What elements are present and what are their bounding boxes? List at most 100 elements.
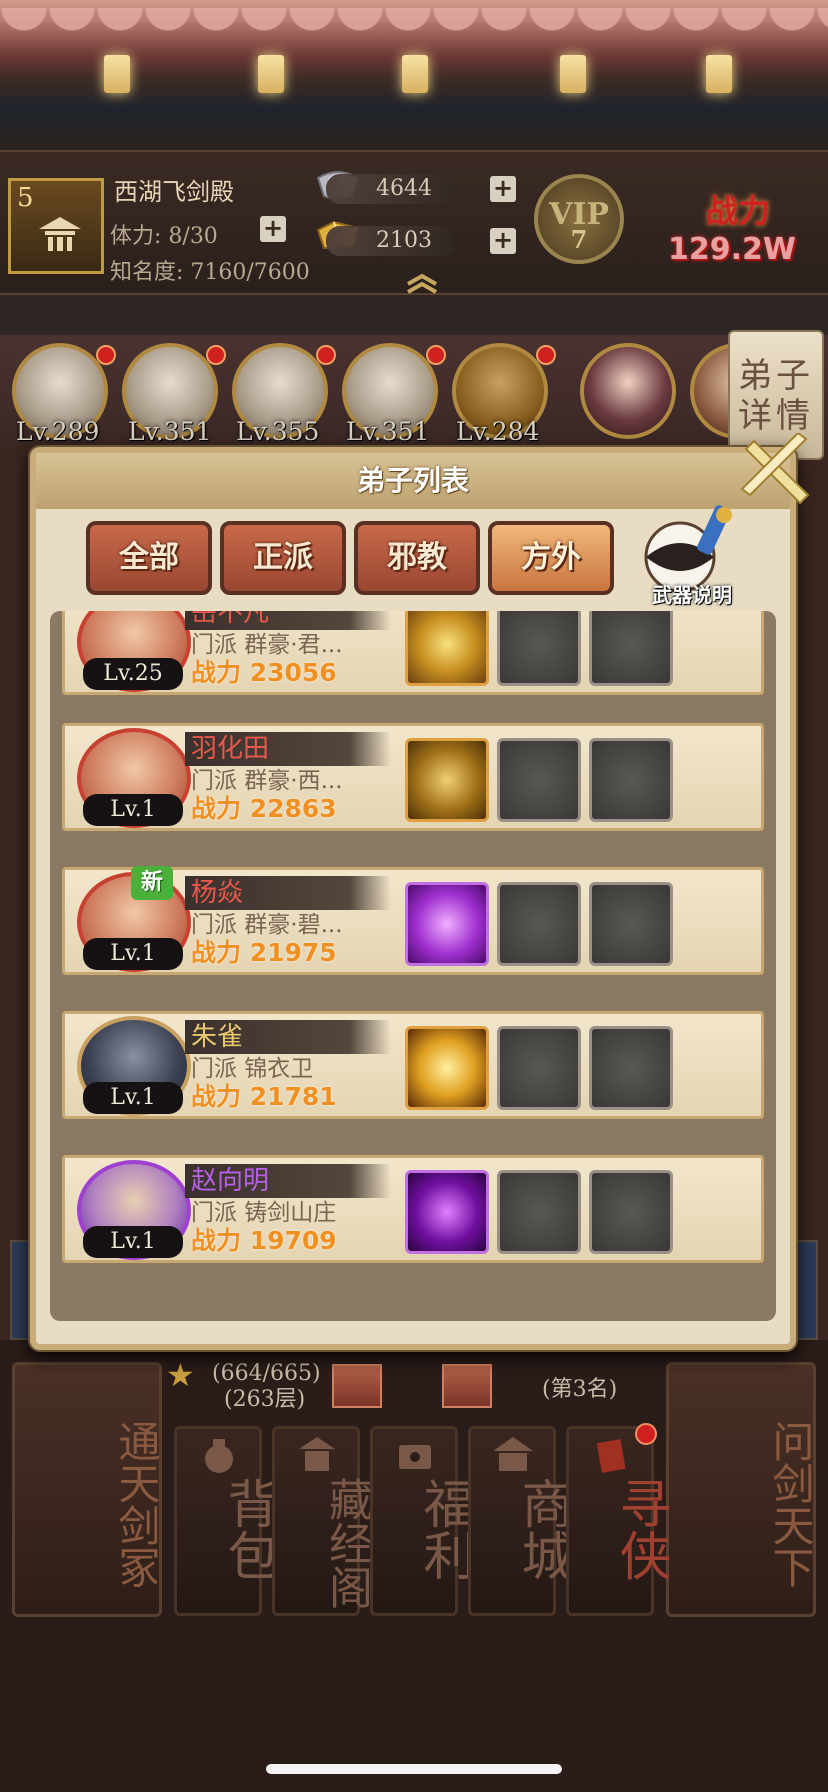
tab-evil[interactable]: 邪教: [354, 521, 480, 595]
silver-amount: 4644: [326, 174, 456, 204]
sword-tomb-label: 通天剑冢: [112, 1419, 161, 1588]
disciple-portrait-row: Lv.289 Lv.351 Lv.355 Lv.351 Lv.284: [0, 335, 828, 446]
notification-dot: [426, 345, 446, 365]
empty-weapon-slot[interactable]: [589, 738, 673, 822]
disciple-power: 战力 19709: [191, 1226, 337, 1255]
close-icon[interactable]: [736, 433, 816, 513]
nav-library-button[interactable]: 藏经阁: [272, 1426, 372, 1616]
tab-righteous[interactable]: 正派: [220, 521, 346, 595]
golden-horse-icon[interactable]: [405, 1026, 489, 1110]
stamina-text: 体力: 8/30: [110, 224, 218, 249]
empty-weapon-slot[interactable]: [589, 1026, 673, 1110]
list-item[interactable]: Lv.1 羽化田 门派 群豪·西... 战力 22863: [62, 723, 764, 831]
star-icon: ★: [166, 1356, 195, 1394]
treasure-chest-icon: [399, 1445, 431, 1469]
tower-progress: (664/665): [212, 1361, 321, 1386]
purple-vortex-icon[interactable]: [405, 882, 489, 966]
nav-welfare-button[interactable]: 福利: [370, 1426, 474, 1616]
portrait-level: Lv.351: [346, 417, 430, 446]
game-screen: 5 西湖飞剑殿 体力: 8/30 + 知名度: 7160/7600 4644 +…: [0, 0, 828, 1792]
disciple-level: Lv.1: [83, 938, 183, 970]
home-indicator[interactable]: [266, 1764, 562, 1774]
list-item[interactable]: Lv.25 岳不凡 门派 群豪·君... 战力 23056: [62, 611, 764, 695]
notification-dot: [206, 345, 226, 365]
player-header: 5 西湖飞剑殿 体力: 8/30 + 知名度: 7160/7600 4644 +…: [0, 150, 828, 295]
disciple-power: 战力 21975: [191, 938, 337, 967]
sword-tomb-button[interactable]: 通天剑冢: [12, 1362, 162, 1617]
roof-decoration: [0, 0, 828, 150]
chevron-up-icon[interactable]: [404, 272, 440, 294]
nav-seek-hero-button[interactable]: 寻侠: [566, 1423, 670, 1616]
empty-weapon-slot[interactable]: [589, 1170, 673, 1254]
disciple-power: 战力 23056: [191, 658, 337, 687]
nav-label: 福利: [414, 1477, 474, 1581]
gift-box-icon[interactable]: [332, 1364, 382, 1408]
ask-sword-label: 问剑天下: [766, 1419, 815, 1588]
disciple-sect: 门派 群豪·碧...: [191, 912, 343, 938]
empty-weapon-slot[interactable]: [589, 882, 673, 966]
disciple-list: Lv.25 岳不凡 门派 群豪·君... 战力 23056 Lv.1 羽化田 门…: [50, 611, 776, 1321]
portrait-level: Lv.351: [128, 417, 212, 446]
roof-tiles: [0, 8, 828, 48]
gift-box-icon[interactable]: [442, 1364, 492, 1408]
disciple-name: 岳不凡: [191, 611, 270, 628]
empty-weapon-slot[interactable]: [497, 1170, 581, 1254]
empty-weapon-slot[interactable]: [497, 611, 581, 686]
golden-dragon-icon[interactable]: [405, 738, 489, 822]
disciple-name: 杨焱: [191, 878, 244, 908]
add-silver-button[interactable]: +: [490, 176, 516, 202]
list-item[interactable]: Lv.1 朱雀 门派 锦衣卫 战力 21781: [62, 1011, 764, 1119]
player-level: 5: [17, 183, 34, 213]
lantern-icon: [706, 55, 732, 93]
portrait-level: Lv.284: [456, 417, 540, 446]
add-gold-button[interactable]: +: [490, 228, 516, 254]
disciple-sect: 门派 锦衣卫: [191, 1056, 314, 1082]
location-name: 西湖飞剑殿: [114, 178, 234, 206]
purple-figure-icon[interactable]: [405, 1170, 489, 1254]
notification-dot: [96, 345, 116, 365]
power-value: 129.2W: [668, 232, 796, 267]
nav-shop-button[interactable]: 商城: [468, 1426, 572, 1616]
disciple-level: Lv.25: [83, 658, 183, 690]
notification-dot: [536, 345, 556, 365]
portrait-level: Lv.289: [16, 417, 100, 446]
tab-outsider[interactable]: 方外: [488, 521, 614, 595]
disciple-level: Lv.1: [83, 1082, 183, 1114]
empty-weapon-slot[interactable]: [497, 1026, 581, 1110]
pavilion-icon: [299, 1437, 335, 1471]
power-label: 战力: [706, 192, 771, 230]
vip-level: 7: [570, 225, 588, 254]
portrait-avatar[interactable]: [580, 343, 676, 439]
rank-text: (第3名): [542, 1377, 618, 1402]
tower-floor: (263层): [224, 1387, 306, 1412]
disciple-level: Lv.1: [83, 1226, 183, 1258]
ask-sword-button[interactable]: 问剑天下: [666, 1362, 816, 1617]
lantern-icon: [402, 55, 428, 93]
portrait-level: Lv.355: [236, 417, 320, 446]
empty-weapon-slot[interactable]: [589, 611, 673, 686]
add-stamina-button[interactable]: +: [260, 216, 286, 242]
nav-label: 背包: [218, 1477, 278, 1581]
list-item[interactable]: 新 Lv.1 杨焱 门派 群豪·碧... 战力 21975: [62, 866, 764, 975]
disciple-name: 羽化田: [191, 734, 270, 764]
disciple-sect: 门派 铸剑山庄: [191, 1200, 337, 1226]
notification-dot: [316, 345, 336, 365]
talisman-icon: [596, 1439, 626, 1473]
disciple-level: Lv.1: [83, 794, 183, 826]
list-item[interactable]: Lv.1 赵向明 门派 铸剑山庄 战力 19709: [62, 1155, 764, 1263]
disciple-sect: 门派 群豪·西...: [191, 768, 343, 794]
empty-weapon-slot[interactable]: [497, 738, 581, 822]
disciple-sect: 门派 群豪·君...: [191, 632, 343, 658]
fame-text: 知名度: 7160/7600: [110, 260, 310, 285]
nav-bag-button[interactable]: 背包: [174, 1426, 278, 1616]
disciple-power: 战力 22863: [191, 794, 337, 823]
tab-all[interactable]: 全部: [86, 521, 212, 595]
vip-badge[interactable]: VIP 7: [534, 174, 624, 264]
disciple-name: 朱雀: [191, 1022, 244, 1052]
lantern-icon: [104, 55, 130, 93]
empty-weapon-slot[interactable]: [497, 882, 581, 966]
divider-strip: [0, 295, 828, 335]
disciple-power: 战力 21781: [191, 1082, 337, 1111]
player-level-badge[interactable]: 5: [8, 178, 104, 274]
golden-swirl-icon[interactable]: [405, 611, 489, 686]
